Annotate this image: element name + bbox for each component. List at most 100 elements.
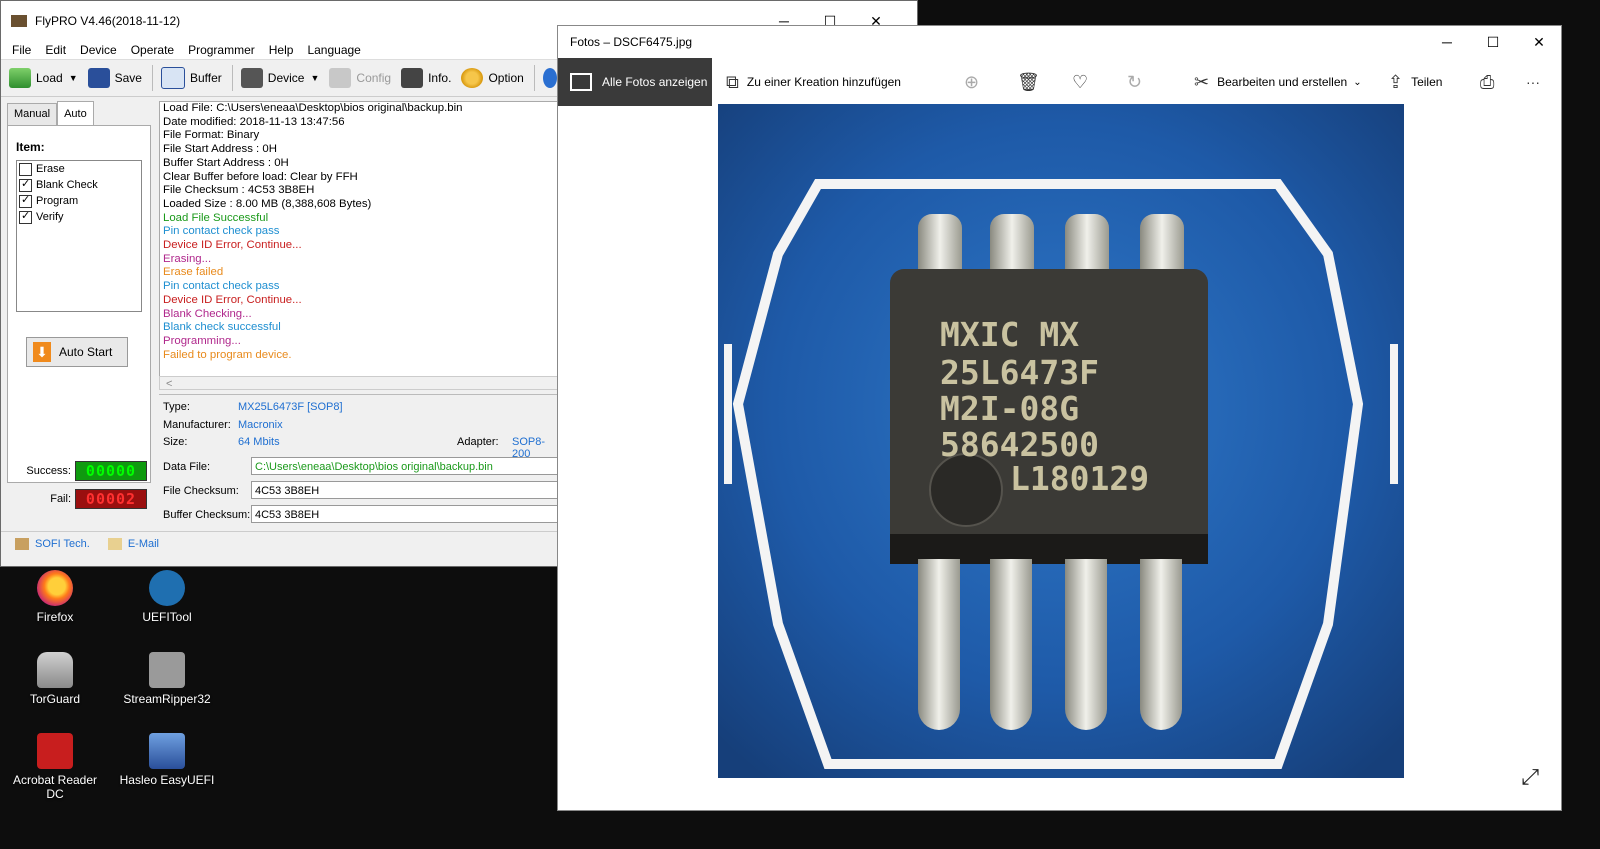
sofi-tech-link[interactable]: SOFI Tech. — [15, 538, 90, 550]
desktop-icon-firefox[interactable]: Firefox — [5, 570, 105, 624]
photos-titlebar: Fotos – DSCF6475.jpg ─ ☐ ✕ — [558, 26, 1561, 58]
item-verify-checkbox[interactable]: Verify — [19, 209, 141, 225]
log-line: Load File: C:\Users\eneaa\Desktop\bios o… — [163, 102, 463, 114]
rotate-icon[interactable]: ↻ — [1127, 72, 1142, 93]
edit-create-button[interactable]: ✂ Bearbeiten und erstellen ⌄ — [1194, 72, 1362, 93]
item-program-checkbox[interactable]: Program — [19, 193, 141, 209]
padlock-icon — [37, 652, 73, 688]
all-photos-label: Alle Fotos anzeigen — [602, 75, 708, 89]
auto-panel: Manual Auto Item: Erase Blank Check Prog… — [7, 101, 151, 533]
save-button[interactable]: Save — [87, 68, 142, 88]
option-label: Option — [488, 71, 524, 85]
save-icon — [87, 68, 110, 88]
log-line: Erase failed — [163, 266, 224, 279]
menu-file[interactable]: File — [5, 41, 38, 59]
desktop-icon-uefitool[interactable]: UEFITool — [117, 570, 217, 624]
tab-manual[interactable]: Manual — [7, 103, 58, 125]
home-icon — [15, 538, 29, 550]
info-icon — [401, 68, 424, 88]
print-icon[interactable]: ⎙ — [1480, 72, 1494, 93]
log-line: Device ID Error, Continue... — [163, 239, 302, 252]
item-label: Verify — [36, 211, 64, 223]
log-output[interactable]: Load File: C:\Users\eneaa\Desktop\bios o… — [159, 101, 561, 378]
toolbar-divider — [533, 65, 535, 91]
desktop-icon-label: Firefox — [36, 610, 74, 624]
item-erase-checkbox[interactable]: Erase — [19, 161, 141, 177]
menu-help[interactable]: Help — [262, 41, 301, 59]
menu-programmer[interactable]: Programmer — [181, 41, 262, 59]
maximize-button[interactable]: ☐ — [1470, 26, 1516, 58]
email-label: E-Mail — [127, 538, 159, 550]
adapter-label: Adapter: — [457, 436, 499, 448]
chip-marking-line: M2I-08G — [940, 389, 1079, 428]
info-label: Info. — [428, 71, 452, 85]
window-title: Fotos – DSCF6475.jpg — [570, 35, 693, 49]
more-options-button[interactable]: ··· — [1526, 74, 1540, 90]
buffer-button[interactable]: Buffer — [160, 67, 222, 89]
delete-icon[interactable]: 🗑 — [1017, 72, 1040, 93]
menu-operate[interactable]: Operate — [124, 41, 181, 59]
desktop-icon-hasleo-easyuefi[interactable]: Hasleo EasyUEFI — [117, 733, 217, 787]
globe-icon[interactable] — [542, 68, 557, 88]
fail-value: 00002 — [75, 489, 147, 509]
log-line: Blank Checking... — [163, 307, 252, 320]
log-line: File Start Address : 0H — [163, 143, 277, 156]
option-button[interactable]: Option — [461, 68, 524, 88]
item-blank-check-checkbox[interactable]: Blank Check — [19, 177, 141, 193]
fullscreen-icon[interactable]: ⤢ — [1521, 764, 1539, 790]
add-creation-label: Zu einer Kreation hinzufügen — [746, 75, 901, 89]
item-label: Erase — [36, 163, 65, 175]
add-to-creation-button[interactable]: ⧉ Zu einer Kreation hinzufügen — [726, 72, 901, 93]
gear-icon — [461, 68, 484, 88]
share-button[interactable]: ⇪ Teilen — [1388, 72, 1442, 93]
log-line: Loaded Size : 8.00 MB (8,388,608 Bytes) — [163, 197, 372, 210]
close-button[interactable]: ✕ — [1516, 26, 1562, 58]
chevron-down-icon[interactable]: ▼ — [69, 73, 78, 83]
checkbox-checked-icon — [19, 193, 32, 208]
config-icon — [329, 68, 352, 88]
easyuefi-icon — [149, 733, 185, 769]
config-button[interactable]: Config — [329, 68, 391, 88]
checkbox-checked-icon — [19, 177, 32, 192]
edit-icon: ✂ — [1194, 71, 1210, 92]
desktop-icon-streamripper32[interactable]: StreamRipper32 — [117, 652, 217, 706]
data-file-field[interactable]: C:\Users\eneaa\Desktop\bios original\bac… — [251, 457, 559, 475]
log-horizontal-scrollbar[interactable]: < — [159, 376, 559, 390]
checkbox-checked-icon — [19, 209, 32, 224]
tab-auto[interactable]: Auto — [57, 101, 94, 125]
type-value: MX25L6473F [SOP8] — [238, 401, 343, 413]
streamripper-icon — [149, 652, 185, 688]
zoom-icon[interactable]: ⊕ — [964, 72, 979, 93]
desktop-icon-torguard[interactable]: TorGuard — [5, 652, 105, 706]
email-link[interactable]: E-Mail — [107, 538, 159, 550]
item-title: Item: — [16, 140, 45, 154]
file-checksum-field[interactable]: 4C53 3B8EH — [251, 481, 559, 499]
load-icon — [9, 68, 31, 88]
menu-language[interactable]: Language — [300, 41, 367, 59]
mail-icon — [107, 538, 122, 550]
all-photos-button[interactable]: Alle Fotos anzeigen — [558, 58, 712, 106]
menu-edit[interactable]: Edit — [38, 41, 73, 59]
info-button[interactable]: Info. — [401, 68, 451, 88]
scroll-left-icon[interactable]: < — [166, 378, 172, 390]
buffer-checksum-field[interactable]: 4C53 3B8EH — [251, 505, 559, 523]
chevron-down-icon: ⌄ — [1353, 76, 1362, 88]
heart-icon[interactable]: ♡ — [1072, 72, 1088, 93]
desktop-icon-acrobat-reader[interactable]: Acrobat Reader DC — [5, 733, 105, 801]
operation-item-list: Erase Blank Check Program Verify — [16, 160, 142, 312]
auto-start-button[interactable]: ⬇ Auto Start — [26, 337, 128, 367]
log-line: Pin contact check pass — [163, 280, 280, 293]
device-button[interactable]: Device ▼ — [240, 68, 319, 88]
menu-device[interactable]: Device — [73, 41, 124, 59]
load-button[interactable]: Load ▼ — [9, 68, 78, 88]
chevron-down-icon[interactable]: ▼ — [310, 73, 319, 83]
sofi-tech-label: SOFI Tech. — [35, 538, 90, 550]
success-label: Success: — [26, 465, 71, 477]
success-value: 00000 — [75, 461, 147, 481]
chip-icon — [240, 68, 263, 88]
share-label: Teilen — [1411, 75, 1443, 89]
minimize-button[interactable]: ─ — [1424, 26, 1470, 58]
desktop-icon-label: UEFITool — [142, 610, 192, 624]
log-line: Device ID Error, Continue... — [163, 293, 302, 306]
uefitool-icon — [149, 570, 185, 606]
